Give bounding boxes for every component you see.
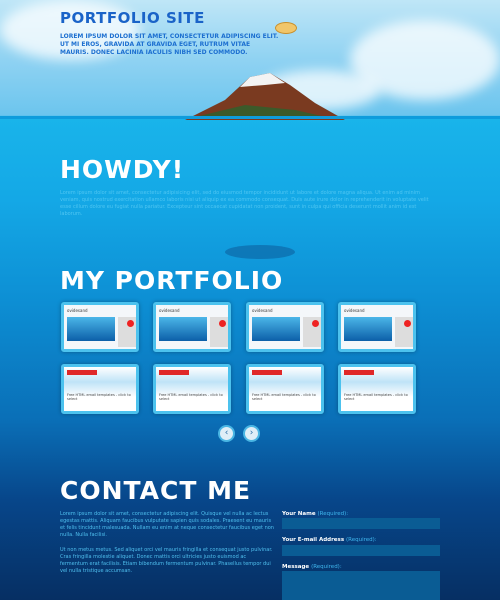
thumb-banner xyxy=(159,370,189,375)
thumb-image xyxy=(159,317,207,341)
required-text: (Required): xyxy=(346,537,377,543)
thumb-banner xyxy=(67,370,97,375)
portfolio-thumb[interactable]: Free HTML email templates - click to sel… xyxy=(246,364,324,414)
volcano-island-image xyxy=(185,73,345,120)
name-input[interactable] xyxy=(282,518,440,529)
thumb-banner xyxy=(252,370,282,375)
message-label: Message (Required): xyxy=(282,564,342,570)
email-label: Your E-mail Address (Required): xyxy=(282,537,377,543)
thumb-badge xyxy=(312,320,319,327)
thumb-image xyxy=(344,317,392,341)
name-label: Your Name (Required): xyxy=(282,511,348,517)
message-label-text: Message xyxy=(282,564,310,570)
portfolio-thumb[interactable]: ovidesand xyxy=(246,302,324,352)
thumb-badge xyxy=(404,320,411,327)
portfolio-thumb[interactable]: ovidesand xyxy=(153,302,231,352)
contact-paragraph-1: Lorem ipsum dolor sit amet, consectetur … xyxy=(60,511,274,538)
thumb-image xyxy=(252,317,300,341)
site-tagline: Lorem ipsum dolor sit amet, consectetur … xyxy=(60,33,279,56)
required-text: (Required): xyxy=(311,564,342,570)
thumb-logo: ovidesand xyxy=(344,308,365,313)
required-text: (Required): xyxy=(317,511,349,517)
contact-paragraph-2: Ut non metus metus. Sed aliquet orci vel… xyxy=(60,547,273,574)
message-textarea[interactable] xyxy=(282,571,440,600)
portfolio-thumb[interactable]: ovidesand xyxy=(338,302,416,352)
thumb-badge xyxy=(219,320,226,327)
chevron-right-icon[interactable]: › xyxy=(243,425,260,442)
thumb-image xyxy=(67,317,115,341)
thumb-logo: ovidesand xyxy=(159,308,180,313)
portfolio-thumb[interactable]: Free HTML email templates - click to sel… xyxy=(153,364,231,414)
thumb-caption: Free HTML email templates - click to sel… xyxy=(344,393,408,401)
chevron-left-icon[interactable]: ‹ xyxy=(218,425,235,442)
contact-heading: CONTACT ME xyxy=(60,476,252,505)
thumb-banner xyxy=(344,370,374,375)
thumb-caption: Free HTML email templates - click to sel… xyxy=(67,393,131,401)
thumb-logo: ovidesand xyxy=(67,308,88,313)
portfolio-thumb[interactable]: Free HTML email templates - click to sel… xyxy=(338,364,416,414)
portfolio-thumb[interactable]: ovidesand xyxy=(61,302,139,352)
email-label-text: Your E-mail Address xyxy=(282,537,345,543)
shark-icon xyxy=(225,245,295,259)
email-input[interactable] xyxy=(282,545,440,556)
portfolio-thumb[interactable]: Free HTML email templates - click to sel… xyxy=(61,364,139,414)
blimp-icon xyxy=(275,22,297,34)
thumb-caption: Free HTML email templates - click to sel… xyxy=(252,393,316,401)
thumb-caption: Free HTML email templates - click to sel… xyxy=(159,393,223,401)
site-title: PORTFOLIO SITE xyxy=(60,9,205,27)
name-label-text: Your Name xyxy=(282,511,316,517)
water-surface xyxy=(0,116,500,119)
howdy-text: Lorem ipsum dolor sit amet, consectetur … xyxy=(60,190,429,217)
thumb-badge xyxy=(127,320,134,327)
howdy-heading: HOWDY! xyxy=(60,155,185,184)
portfolio-heading: MY PORTFOLIO xyxy=(60,266,284,295)
thumb-logo: ovidesand xyxy=(252,308,273,313)
